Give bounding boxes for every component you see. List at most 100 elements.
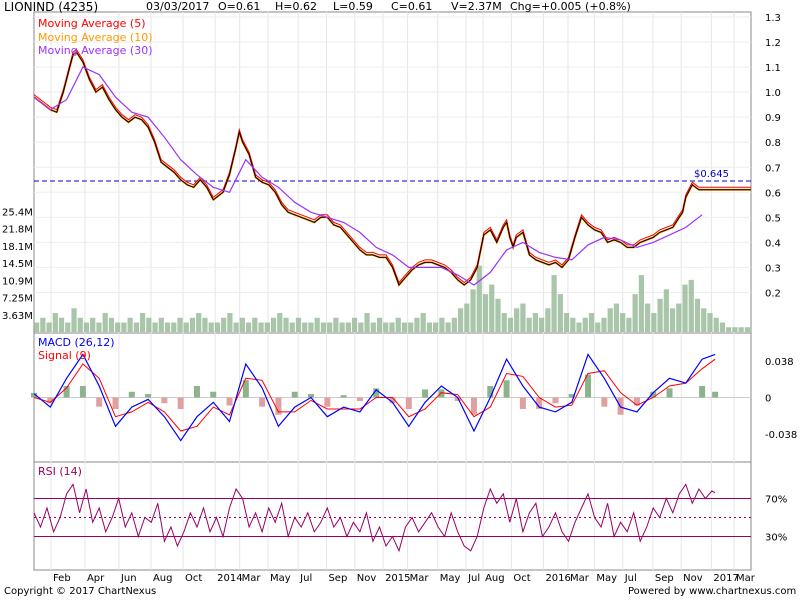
volume-bar bbox=[457, 308, 464, 332]
macd-histogram-bar bbox=[470, 397, 477, 415]
price-tick-label: 0.7 bbox=[765, 163, 781, 174]
volume-bar bbox=[277, 313, 283, 332]
volume-bar bbox=[563, 313, 570, 332]
volume-bar bbox=[626, 317, 632, 332]
volume-bar bbox=[514, 308, 520, 332]
volume-bar bbox=[351, 317, 358, 332]
volume-bar bbox=[214, 322, 221, 332]
x-axis-tick-label: Mar bbox=[242, 573, 262, 584]
price-tick-label: 0.2 bbox=[765, 288, 781, 299]
volume-bar bbox=[208, 322, 214, 332]
volume-bar bbox=[164, 322, 171, 332]
volume-bar bbox=[152, 322, 158, 332]
volume-bar bbox=[482, 294, 489, 332]
volume-tick-label: 14.5M bbox=[2, 259, 33, 270]
volume-bar bbox=[732, 327, 738, 332]
volume-bar bbox=[139, 313, 146, 332]
rsi-panel bbox=[33, 461, 752, 571]
price-tick-label: 0.9 bbox=[765, 113, 781, 124]
copyright-text: Copyright © 2017 ChartNexus bbox=[4, 586, 157, 597]
macd-histogram-bar bbox=[666, 388, 673, 398]
stock-title: LIONIND (4235) bbox=[4, 0, 99, 14]
x-axis-tick-label: 2014 bbox=[217, 573, 242, 584]
x-axis-tick-label: Mar bbox=[736, 573, 756, 584]
volume-bar bbox=[476, 265, 482, 332]
x-axis-tick-label: 2015 bbox=[385, 573, 410, 584]
price-tick-label: 0.5 bbox=[765, 213, 781, 224]
macd-histogram-bar bbox=[405, 397, 412, 409]
volume-bar bbox=[333, 317, 339, 332]
volume-bar bbox=[676, 303, 682, 332]
volume-bar bbox=[96, 322, 102, 332]
macd-histogram-bar bbox=[193, 386, 200, 398]
x-axis-tick-label: Aug bbox=[153, 573, 173, 584]
volume-tick-label: 3.63M bbox=[2, 311, 33, 322]
macd-histogram-bar bbox=[259, 397, 266, 407]
macd-histogram-bar bbox=[519, 397, 526, 409]
volume-bar bbox=[688, 279, 694, 332]
x-axis-tick-label: Jul bbox=[624, 573, 637, 584]
volume-bar bbox=[83, 322, 90, 332]
volume-bar bbox=[501, 313, 507, 332]
volume-bar bbox=[526, 317, 532, 332]
volume-bar bbox=[314, 317, 320, 332]
volume-bar bbox=[420, 313, 426, 332]
macd-histogram-bar bbox=[340, 395, 347, 398]
rsi-tick-label: 30% bbox=[765, 533, 787, 544]
price-tick-label: 1.0 bbox=[765, 88, 781, 99]
volume-bar bbox=[189, 317, 196, 332]
volume-bar bbox=[127, 317, 133, 332]
volume-bar bbox=[645, 303, 651, 332]
volume-bar bbox=[289, 322, 295, 332]
volume-bar bbox=[158, 317, 164, 332]
x-axis-tick-label: May bbox=[440, 573, 461, 584]
volume-tick-label: 18.1M bbox=[2, 242, 33, 253]
macd-histogram-bar bbox=[79, 386, 86, 398]
volume-bar bbox=[607, 308, 613, 332]
volume-bar bbox=[146, 317, 152, 332]
x-axis-tick-label: May bbox=[596, 573, 617, 584]
macd-histogram-bar bbox=[356, 397, 363, 401]
volume-bar bbox=[183, 322, 189, 332]
volume-bar bbox=[108, 317, 115, 332]
volume-bar bbox=[327, 322, 333, 332]
volume-bar bbox=[52, 313, 58, 332]
macd-histogram-bar bbox=[712, 391, 719, 398]
volume-bar bbox=[395, 317, 401, 332]
volume-bar bbox=[121, 322, 127, 332]
volume-bar bbox=[520, 303, 526, 332]
x-axis-tick-label: Aug bbox=[485, 573, 505, 584]
x-axis-tick-label: Nov bbox=[683, 573, 703, 584]
volume-bar bbox=[439, 317, 445, 332]
volume-bar bbox=[495, 298, 501, 332]
volume-bar bbox=[221, 317, 227, 332]
volume-bar bbox=[601, 317, 607, 332]
powered-by-text: Powered by www.chartnexus.com bbox=[628, 586, 797, 597]
volume-bar bbox=[570, 317, 576, 332]
price-tick-label: 1.3 bbox=[765, 13, 781, 24]
volume-bar bbox=[638, 275, 645, 332]
x-axis-tick-label: Mar bbox=[570, 573, 590, 584]
price-tick-label: 0.4 bbox=[765, 238, 781, 249]
open-price: O=0.61 bbox=[218, 0, 261, 13]
volume-bar bbox=[133, 322, 139, 332]
legend-ma10: Moving Average (10) bbox=[38, 31, 153, 44]
price-tick-label: 0.3 bbox=[765, 263, 781, 274]
volume-bar bbox=[445, 322, 451, 332]
volume-bar bbox=[470, 289, 476, 332]
macd-histogram-bar bbox=[291, 391, 298, 398]
legend-ma30: Moving Average (30) bbox=[38, 44, 153, 57]
volume-bar bbox=[657, 298, 663, 332]
volume-bar bbox=[464, 303, 470, 332]
price-tick-label: 1.1 bbox=[765, 63, 781, 74]
x-axis-tick-label: Nov bbox=[357, 573, 377, 584]
volume-bar bbox=[726, 327, 732, 332]
macd-tick-label: 0 bbox=[765, 394, 771, 405]
volume-bar bbox=[401, 322, 408, 332]
macd-histogram-bar bbox=[145, 394, 152, 398]
volume-bar bbox=[426, 322, 433, 332]
x-axis-tick-label: Jul bbox=[299, 573, 312, 584]
volume-bar bbox=[345, 322, 351, 332]
volume-tick-label: 25.4M bbox=[2, 208, 33, 219]
volume-value: V=2.37M bbox=[451, 0, 502, 13]
